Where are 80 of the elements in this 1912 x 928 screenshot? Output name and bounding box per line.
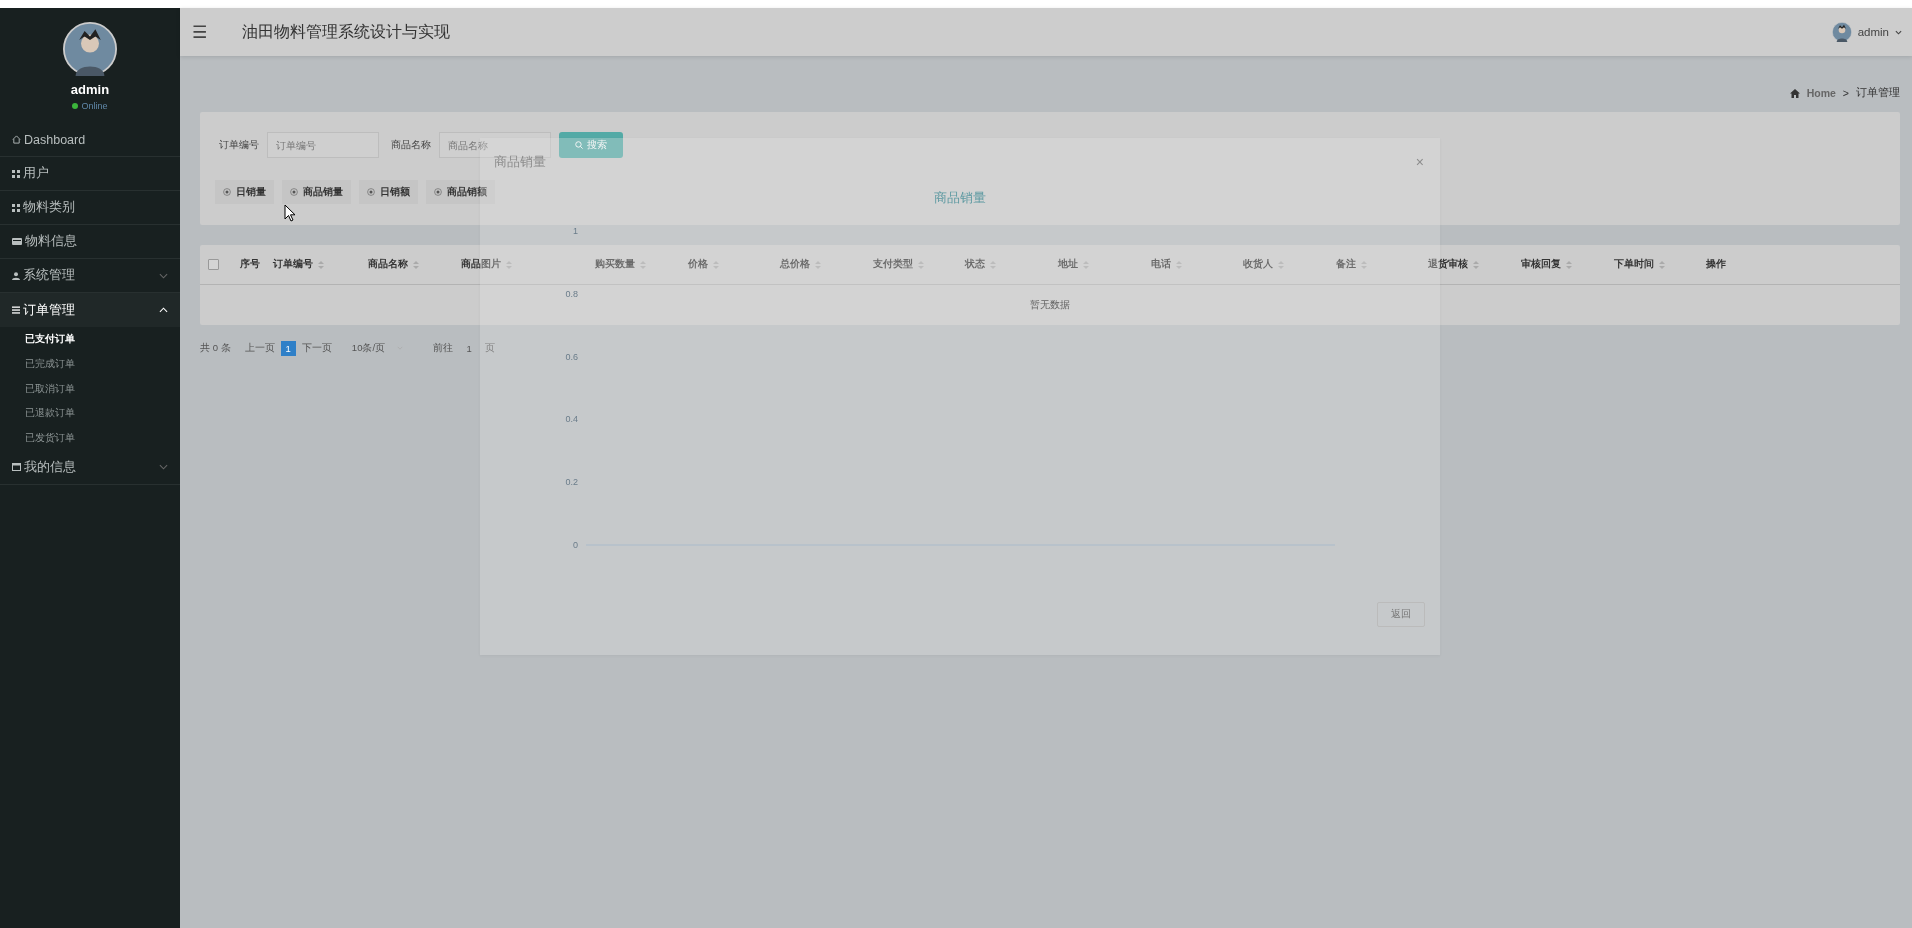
radio-icon: [290, 188, 298, 196]
column-header: 状态: [965, 258, 986, 271]
submenu-item[interactable]: 已退款订单: [0, 401, 180, 427]
search-icon: [575, 141, 583, 149]
online-status: Online: [72, 101, 108, 111]
column-header: 收货人: [1243, 258, 1274, 271]
axis-tick-label: 0.2: [565, 477, 578, 488]
column-header: 价格: [687, 258, 708, 271]
column-header: 订单编号: [273, 258, 313, 271]
home-icon: [12, 135, 21, 144]
goto-suffix: 页: [485, 341, 496, 355]
breadcrumb-link[interactable]: Home: [1806, 87, 1836, 99]
page-input[interactable]: 1: [459, 339, 480, 357]
list-icon: [12, 306, 20, 314]
person-icon: [12, 271, 20, 280]
column-header: 商品图片: [461, 258, 501, 271]
radio-option[interactable]: 日销额: [359, 180, 418, 204]
breadcrumb-current: 订单管理: [1856, 86, 1900, 100]
axis-tick-label: 0: [573, 540, 578, 550]
menu-icon[interactable]: ☰: [192, 21, 212, 43]
axis-tick-label: 0.6: [565, 351, 578, 362]
sort-icon[interactable]: [413, 259, 419, 270]
column-header: 操作: [1706, 258, 1727, 271]
radio-option[interactable]: 商品销量: [282, 180, 351, 204]
checkbox[interactable]: [208, 259, 219, 270]
chevron-icon: [159, 272, 168, 279]
avatar: [63, 22, 117, 76]
radio-icon: [367, 188, 375, 196]
column-header: 购买数量: [595, 258, 635, 271]
goto-label: 前往: [433, 341, 454, 355]
column-header: 电话: [1150, 258, 1171, 271]
avatar: [1831, 22, 1852, 42]
menu-item[interactable]: 订单管理: [0, 293, 180, 327]
column-header: 序号: [240, 258, 260, 271]
radio-icon: [223, 188, 231, 196]
radio-option[interactable]: 日销量: [215, 180, 274, 204]
total-count: 共 0 条: [200, 341, 231, 355]
grid-icon: [12, 203, 20, 212]
axis-tick-label: 0.8: [565, 288, 578, 299]
home-icon: [1789, 88, 1800, 98]
user-name: admin: [70, 82, 110, 97]
window-icon: [12, 463, 21, 472]
radio-icon: [434, 188, 442, 196]
submenu-item[interactable]: 已支付订单: [0, 327, 180, 352]
column-header: 审核回复: [1520, 258, 1561, 271]
search-field[interactable]: 订单编号: [267, 132, 379, 158]
submenu-item[interactable]: 已发货订单: [0, 426, 180, 451]
submenu-item[interactable]: 已完成订单: [0, 351, 180, 377]
column-header: 商品名称: [368, 258, 408, 271]
page-size-select[interactable]: 10条/页: [351, 341, 404, 355]
user-menu[interactable]: admin: [1857, 26, 1889, 38]
chevron-icon: [159, 307, 168, 313]
field-label: 订单编号: [219, 138, 259, 152]
column-header: 总价格: [780, 258, 811, 271]
prev-page-link[interactable]: 上一页: [244, 341, 275, 355]
app-title: 油田物料管理系统设计与实现: [242, 21, 451, 42]
axis-tick-label: 0.4: [565, 414, 578, 425]
sort-icon[interactable]: [1473, 259, 1480, 270]
column-header: 地址: [1057, 258, 1078, 271]
radio-option[interactable]: 商品销额: [426, 180, 495, 204]
sort-icon[interactable]: [318, 259, 324, 270]
column-header: 支付类型: [872, 258, 913, 271]
sort-icon[interactable]: [1565, 259, 1572, 270]
column-header: 退货审核: [1428, 258, 1469, 271]
card-icon: [12, 238, 22, 245]
submenu-item[interactable]: 已取消订单: [0, 376, 180, 402]
page-number[interactable]: 1: [280, 340, 296, 356]
chevron-icon: [159, 464, 168, 471]
sort-icon[interactable]: [1658, 259, 1665, 270]
axis-tick-label: 1: [573, 226, 578, 236]
column-header: 备注: [1335, 258, 1356, 271]
cursor-icon: [284, 204, 296, 222]
caret-icon: [1895, 29, 1902, 35]
column-header: 下单时间: [1613, 258, 1654, 271]
field-label: 商品名称: [391, 138, 431, 152]
next-page-link[interactable]: 下一页: [301, 341, 332, 355]
empty-message: 暂无数据: [1030, 298, 1070, 312]
breadcrumb-separator: >: [1842, 87, 1849, 99]
grid-icon: [12, 169, 20, 178]
chart-title: 商品销量: [934, 191, 986, 205]
